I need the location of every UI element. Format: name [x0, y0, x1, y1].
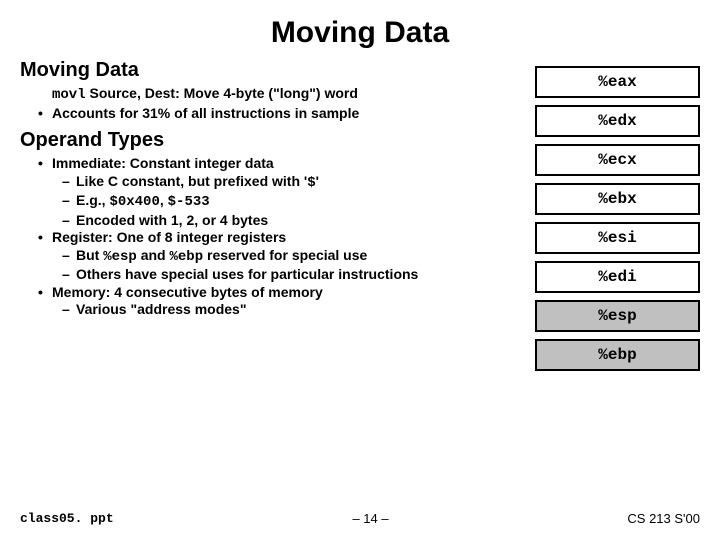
- like-c-pre: Like C constant, but prefixed with ': [76, 173, 307, 189]
- footer-file: class05. ppt: [20, 511, 114, 526]
- register-table: %eax %edx %ecx %ebx %esi %edi %esp %ebp: [535, 58, 700, 378]
- reg-esp: %esp: [535, 300, 700, 332]
- footer-page: – 14 –: [352, 511, 388, 526]
- reg-eax: %eax: [535, 66, 700, 98]
- like-c-line: Like C constant, but prefixed with '$': [20, 173, 525, 193]
- reg-ecx: %ecx: [535, 144, 700, 176]
- heading-operand-types: Operand Types: [20, 128, 525, 153]
- movl-code: movl: [52, 87, 86, 103]
- accounts-line: Accounts for 31% of all instructions in …: [20, 105, 525, 123]
- eg-pre: E.g.,: [76, 192, 109, 208]
- immediate-line: Immediate: Constant integer data: [20, 155, 525, 173]
- eg-a: $0x400: [109, 194, 159, 210]
- but-pre: But: [76, 247, 103, 263]
- encoded-line: Encoded with 1, 2, or 4 bytes: [20, 212, 525, 230]
- others-line: Others have special uses for particular …: [20, 266, 525, 284]
- reg-ebp: %ebp: [535, 339, 700, 371]
- slide-title: Moving Data: [20, 16, 700, 50]
- various-line: Various "address modes": [20, 301, 525, 319]
- but-ebp: %ebp: [170, 249, 204, 265]
- eg-line: E.g., $0x400, $-533: [20, 192, 525, 212]
- reg-ebx: %ebx: [535, 183, 700, 215]
- reg-esi: %esi: [535, 222, 700, 254]
- reg-edi: %edi: [535, 261, 700, 293]
- movl-rest: Source, Dest: Move 4-byte ("long") word: [86, 85, 358, 101]
- left-column: Moving Data movl Source, Dest: Move 4-by…: [20, 58, 525, 378]
- but-esp: %esp: [103, 249, 137, 265]
- footer: class05. ppt – 14 – CS 213 S'00: [20, 511, 700, 526]
- eg-mid: ,: [160, 192, 168, 208]
- heading-moving-data: Moving Data: [20, 58, 525, 83]
- but-line: But %esp and %ebp reserved for special u…: [20, 247, 525, 267]
- movl-line: movl Source, Dest: Move 4-byte ("long") …: [20, 85, 525, 105]
- like-c-dollar: $: [307, 175, 315, 191]
- content-row: Moving Data movl Source, Dest: Move 4-by…: [20, 58, 700, 378]
- eg-b: $-533: [168, 194, 210, 210]
- memory-line: Memory: 4 consecutive bytes of memory: [20, 284, 525, 302]
- like-c-post: ': [316, 173, 319, 189]
- footer-course: CS 213 S'00: [627, 511, 700, 526]
- but-post: reserved for special use: [203, 247, 367, 263]
- register-line: Register: One of 8 integer registers: [20, 229, 525, 247]
- but-mid: and: [137, 247, 170, 263]
- reg-edx: %edx: [535, 105, 700, 137]
